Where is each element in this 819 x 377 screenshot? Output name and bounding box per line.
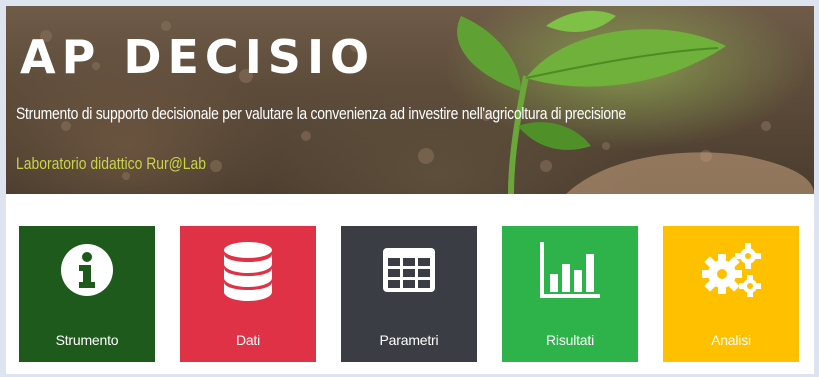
tile-label: Analisi	[711, 332, 751, 348]
app-logo: AP DECISIO	[20, 30, 376, 84]
bar-chart-icon	[502, 240, 638, 310]
tile-strumento[interactable]: Strumento	[19, 226, 155, 362]
app-subtitle: Strumento di supporto decisionale per va…	[16, 104, 626, 123]
lab-caption: Laboratorio didattico Rur@Lab	[16, 154, 207, 173]
gears-icon	[663, 240, 799, 310]
database-icon	[180, 240, 316, 310]
tile-label: Strumento	[55, 332, 119, 348]
info-icon	[19, 240, 155, 310]
hero-banner: AP DECISIO Strumento di supporto decisio…	[6, 6, 814, 194]
tile-label: Parametri	[379, 332, 439, 348]
app-frame: AP DECISIO Strumento di supporto decisio…	[6, 6, 814, 374]
tile-parametri[interactable]: Parametri	[341, 226, 477, 362]
tile-label: Risultati	[546, 332, 594, 348]
tile-analisi[interactable]: Analisi	[663, 226, 799, 362]
tile-label: Dati	[235, 332, 261, 348]
tile-risultati[interactable]: Risultati	[502, 226, 638, 362]
tile-dati[interactable]: Dati	[180, 226, 316, 362]
table-icon	[341, 240, 477, 310]
